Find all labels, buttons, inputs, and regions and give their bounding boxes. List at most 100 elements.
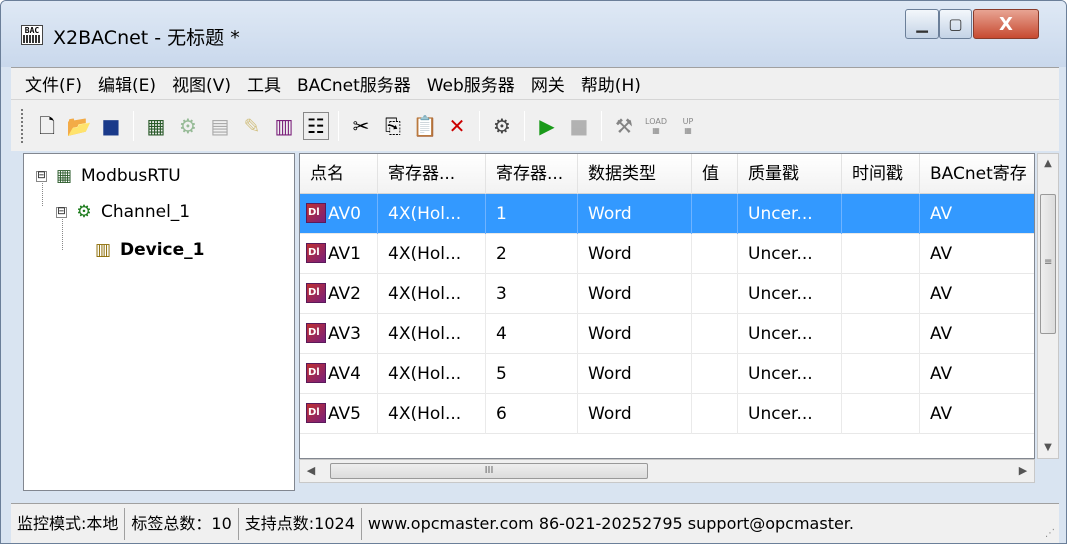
cell-name: AV3 [300,314,378,354]
tree-item-modbusrtu[interactable]: ⊟ ▦ ModbusRTU [36,166,181,186]
cell-data-type: Word [578,394,692,434]
menu-bar: 文件(F) 编辑(E) 视图(V) 工具 BACnet服务器 Web服务器 网关… [11,67,1059,99]
table-row[interactable]: AV5 4X(Hol... 6 Word Uncer... AV [300,394,1034,434]
paste-icon[interactable]: 📋 [412,112,438,140]
title-bar[interactable]: BAC X2BACnet - 无标题 * ▁ ▢ X [1,1,1066,67]
run-icon[interactable]: ▶ [534,112,560,140]
cell-register-address: 1 [486,194,578,234]
cell-bacnet-register: AV [920,274,1034,314]
new-file-icon[interactable]: 🗋 [34,112,60,140]
menu-view[interactable]: 视图(V) [172,71,231,96]
table-row[interactable]: AV2 4X(Hol... 3 Word Uncer... AV [300,274,1034,314]
tree-item-channel[interactable]: ⊟ ⚙ Channel_1 [56,202,190,222]
table-row[interactable]: AV1 4X(Hol... 2 Word Uncer... AV [300,234,1034,274]
add-channel-icon[interactable]: ▦ [143,112,169,140]
cell-bacnet-register: AV [920,394,1034,434]
cell-quality: Uncer... [738,394,842,434]
properties-icon[interactable]: ☷ [303,111,329,140]
grip-icon: ≡ [1044,257,1053,268]
tools-icon[interactable]: ⚒ [611,112,637,140]
monitor-icon[interactable]: ⚙ [489,112,515,140]
minimize-button[interactable]: ▁ [905,9,939,39]
tree-item-device[interactable]: ▥ Device_1 [92,240,205,260]
table-header: 点名 寄存器... 寄存器... 数据类型 值 质量戳 时间戳 BACnet寄存 [300,154,1034,194]
add-device-icon[interactable]: ⚙ [175,112,201,140]
close-icon: X [999,13,1013,35]
horizontal-scrollbar[interactable]: ◀ III ▶ [299,459,1035,483]
point-icon [306,362,326,383]
toolbar-grip[interactable] [21,108,25,143]
column-header-register-type[interactable]: 寄存器... [378,154,486,194]
status-bar: 监控模式:本地 标签总数：10 支持点数:1024 www.opcmaster.… [11,503,1059,543]
menu-gateway[interactable]: 网关 [531,71,565,96]
cell-data-type: Word [578,234,692,274]
tree-item-label: Channel_1 [101,202,191,222]
save-icon[interactable]: ■ [98,112,124,140]
column-header-timestamp[interactable]: 时间戳 [842,154,920,194]
cell-register-address: 2 [486,234,578,274]
point-icon [306,402,326,423]
column-header-name[interactable]: 点名 [300,154,378,194]
app-window: BAC X2BACnet - 无标题 * ▁ ▢ X 文件(F) 编辑(E) 视… [0,0,1067,544]
load-icon[interactable]: LOAD ▦ [643,112,669,140]
menu-help[interactable]: 帮助(H) [581,71,641,96]
horizontal-scroll-thumb[interactable]: III [330,463,648,479]
table-row[interactable]: AV0 4X(Hol... 1 Word Uncer... AV [300,194,1034,234]
scroll-left-icon[interactable]: ◀ [300,460,322,482]
resize-grip-icon[interactable]: ⋰ [1045,528,1055,539]
table-row[interactable]: AV3 4X(Hol... 4 Word Uncer... AV [300,314,1034,354]
cell-timestamp [842,314,920,354]
tree-item-label: Device_1 [120,240,205,260]
toolbar-separator [601,110,602,141]
vertical-scroll-thumb[interactable]: ≡ [1040,194,1056,334]
menu-tools[interactable]: 工具 [247,71,281,96]
channel-icon: ⚙ [76,202,92,222]
scroll-up-icon[interactable]: ▲ [1038,154,1058,174]
tag-list: 点名 寄存器... 寄存器... 数据类型 值 质量戳 时间戳 BACnet寄存… [299,153,1035,459]
grip-icon: III [484,465,494,476]
batch-add-icon[interactable]: ▥ [271,112,297,140]
load-up-icon[interactable]: UP ▦ [675,112,701,140]
scroll-right-icon[interactable]: ▶ [1012,460,1034,482]
scroll-down-icon[interactable]: ▼ [1038,438,1058,458]
point-icon [306,282,326,303]
status-contact: www.opcmaster.com 86-021-20252795 suppor… [367,513,854,533]
add-tag-icon[interactable]: ✎ [239,112,265,140]
cell-timestamp [842,394,920,434]
toolbar-separator [524,110,525,141]
cut-icon[interactable]: ✂ [348,112,374,140]
column-header-bacnet-register[interactable]: BACnet寄存 [920,154,1034,194]
column-header-register-address[interactable]: 寄存器... [486,154,578,194]
cell-quality: Uncer... [738,194,842,234]
menu-web-server[interactable]: Web服务器 [427,71,515,96]
cell-value [692,354,738,394]
collapse-icon[interactable]: ⊟ [56,206,67,218]
maximize-button[interactable]: ▢ [939,9,972,39]
cell-bacnet-register: AV [920,314,1034,354]
close-button[interactable]: X [973,9,1039,39]
status-support: 支持点数:1024 [239,507,362,540]
collapse-icon[interactable]: ⊟ [36,170,47,182]
vertical-scrollbar[interactable]: ▲ ≡ ▼ [1037,153,1059,459]
open-folder-icon[interactable]: 📂 [66,112,92,140]
toolbar: 🗋 📂 ■ ▦ ⚙ ▤ ✎ ▥ ☷ ✂ ⎘ 📋 ✕ ⚙ ▶ ■ ⚒ LOAD ▦ … [11,99,1059,151]
stop-icon[interactable]: ■ [566,112,592,140]
column-header-quality[interactable]: 质量戳 [738,154,842,194]
menu-file[interactable]: 文件(F) [25,71,82,96]
toolbar-separator [133,110,134,141]
cell-name: AV1 [300,234,378,274]
cell-data-type: Word [578,354,692,394]
delete-icon[interactable]: ✕ [444,112,470,140]
menu-edit[interactable]: 编辑(E) [98,71,156,96]
table-row[interactable]: AV4 4X(Hol... 5 Word Uncer... AV [300,354,1034,394]
cell-register-type: 4X(Hol... [378,354,486,394]
cell-quality: Uncer... [738,234,842,274]
point-icon [306,202,326,223]
menu-bacnet-server[interactable]: BACnet服务器 [297,71,411,96]
point-icon [306,322,326,343]
status-tag-count: 标签总数：10 [125,507,239,540]
add-group-icon[interactable]: ▤ [207,112,233,140]
copy-icon[interactable]: ⎘ [380,112,406,140]
column-header-value[interactable]: 值 [692,154,738,194]
column-header-data-type[interactable]: 数据类型 [578,154,692,194]
